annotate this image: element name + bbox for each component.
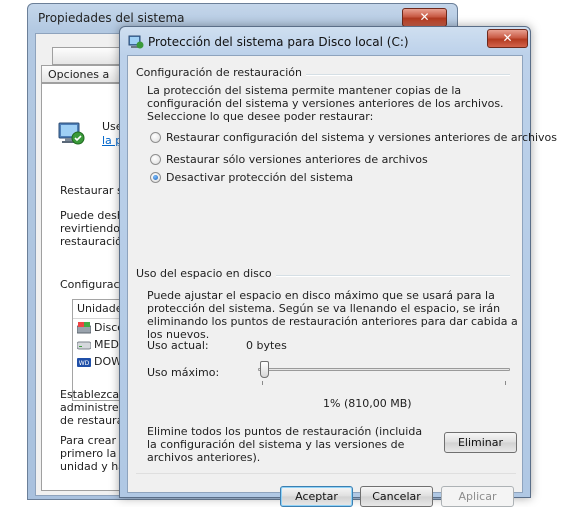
tab-row2-label: Opciones a (48, 68, 110, 81)
slider-track (258, 368, 510, 371)
close-icon: ✕ (502, 31, 513, 45)
disk-usage-title: Uso del espacio en disco (136, 267, 276, 280)
undo-line-1: Puede desh (60, 209, 122, 222)
establish-line-1: Establezca (60, 388, 120, 401)
slider-tick (262, 381, 263, 385)
create-line-2: primero la p (60, 447, 122, 460)
dialog-client: Configuración de restauración La protecc… (127, 55, 557, 507)
cancel-button[interactable]: Cancelar (360, 486, 433, 507)
create-line-3: unidad y ha (60, 460, 122, 473)
system-protection-icon (58, 122, 85, 145)
radio-restore-files-only[interactable]: Restaurar sólo versiones anteriores de a… (150, 151, 428, 167)
system-protection-dialog: Protección del sistema para Disco local … (119, 26, 557, 507)
current-usage-label: Uso actual: (147, 339, 209, 352)
slider-tick (505, 381, 506, 385)
radio-label: Restaurar sólo versiones anteriores de a… (166, 152, 428, 166)
slider-thumb[interactable] (260, 361, 269, 378)
delete-button[interactable]: Eliminar (444, 432, 517, 453)
establish-line-3: de restaura (60, 414, 122, 427)
max-usage-slider[interactable] (258, 361, 510, 387)
radio-label: Desactivar protección del sistema (166, 170, 354, 184)
current-usage-value: 0 bytes (246, 339, 287, 352)
restore-config-title: Configuración de restauración (136, 66, 306, 79)
radio-button[interactable] (150, 131, 161, 143)
undo-line-2: revirtiendo e (60, 222, 122, 235)
tab-row1-label: N (59, 50, 127, 63)
delete-description: Elimine todos los puntos de restauración… (147, 425, 423, 464)
radio-disable-protection[interactable]: Desactivar protección del sistema (150, 169, 353, 185)
radio-button-selected[interactable] (150, 171, 161, 183)
apply-button[interactable]: Aplicar (441, 486, 514, 507)
dialog-close-button[interactable]: ✕ (487, 29, 528, 48)
system-properties-title: Propiedades del sistema (38, 11, 185, 25)
radio-button[interactable] (150, 153, 161, 165)
system-drive-icon (77, 321, 91, 333)
create-line-1: Para crear (60, 434, 116, 447)
close-icon: ✕ (419, 10, 430, 24)
system-properties-close-button[interactable]: ✕ (402, 8, 447, 27)
drive-label: DOW (94, 355, 123, 368)
disk-usage-description: Puede ajustar el espacio en disco máximo… (147, 289, 518, 341)
radio-label: Restaurar configuración del sistema y ve… (166, 130, 557, 144)
max-usage-label: Uso máximo: (147, 366, 220, 379)
slider-readout: 1% (810,00 MB) (323, 397, 412, 410)
drive-label: MEDI (94, 338, 123, 351)
bottom-divider (136, 473, 516, 474)
drive-icon (77, 341, 91, 349)
restore-system-label: Restaurar sis (60, 184, 122, 197)
system-protection-title-icon (128, 35, 144, 49)
svg-text:WD: WD (79, 360, 90, 367)
restore-config-description: La protección del sistema permite manten… (147, 84, 504, 123)
wd-drive-icon: WD (77, 357, 91, 367)
accept-button[interactable]: Aceptar (280, 486, 353, 507)
establish-line-2: administre e (60, 401, 122, 414)
config-label: Configuració (60, 278, 122, 291)
dialog-title: Protección del sistema para Disco local … (148, 35, 409, 49)
radio-restore-system-and-files[interactable]: Restaurar configuración del sistema y ve… (150, 129, 557, 145)
undo-line-3: restauración (60, 235, 122, 248)
